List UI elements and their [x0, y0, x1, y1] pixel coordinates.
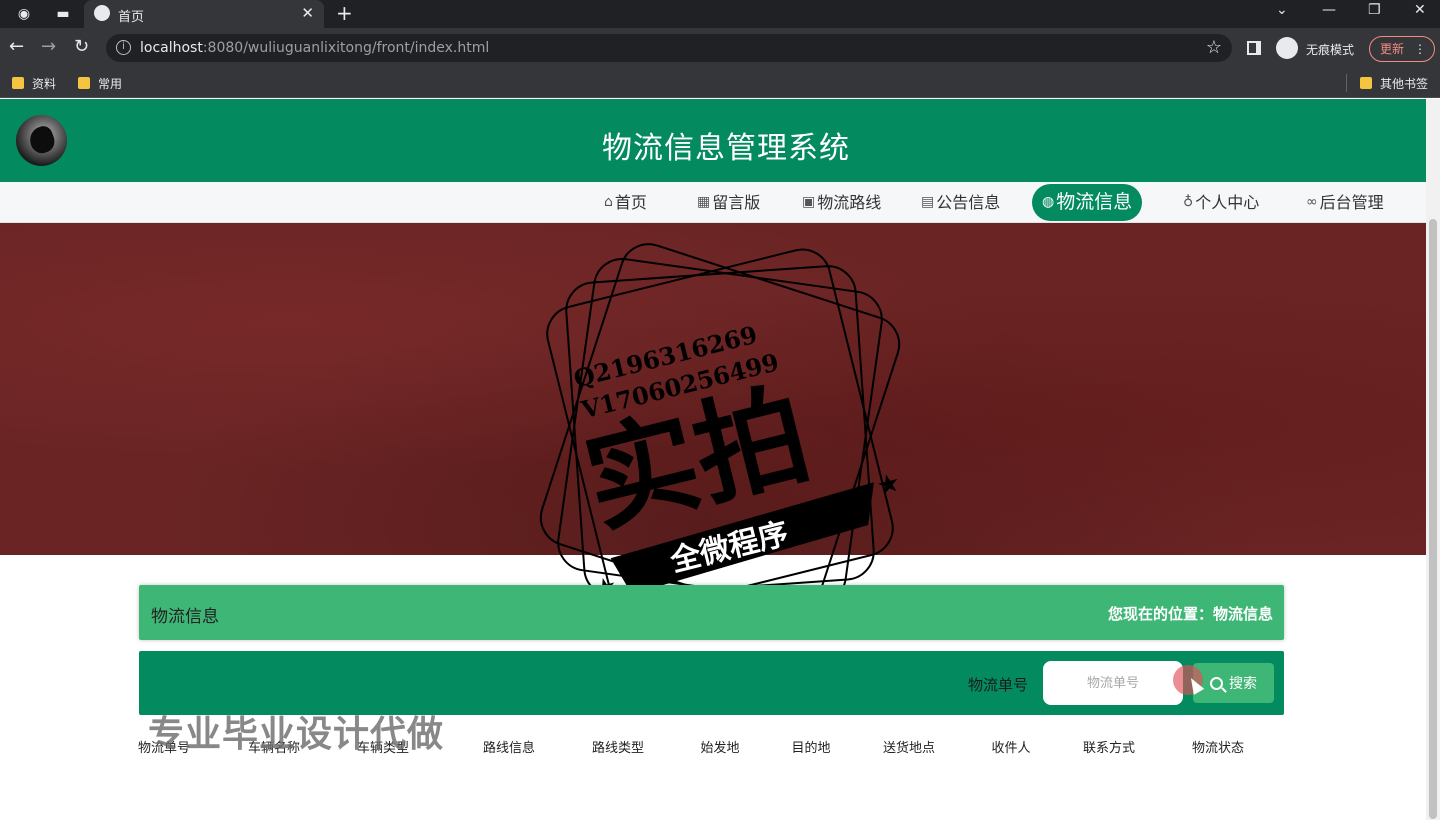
- globe-icon: ◍: [1042, 194, 1055, 210]
- section-title: 物流信息: [151, 607, 219, 627]
- main-nav: ⌂ 首页 ▦ 留言版 ▣ 物流路线 ▤ 公告信息 ◍ 物流信息 ♁ 个人中心 ∞ 后台管理: [0, 182, 1426, 223]
- bookmark-label: 资料: [32, 76, 57, 91]
- screen: ◉ ▬ 首页 ✕ + ⌄ — ❐ ✕ ← → ↻ i localhost:808…: [0, 0, 1440, 820]
- folder-icon: [78, 77, 90, 89]
- bookmark-folder-changyong[interactable]: 常用: [78, 75, 122, 91]
- url-host: localhost: [140, 40, 203, 56]
- site-info-icon[interactable]: i: [116, 40, 131, 55]
- bookmark-folder-ziliao[interactable]: 资料: [12, 75, 56, 91]
- tab-title: 首页: [118, 10, 145, 25]
- column-header: 路线信息: [482, 741, 535, 756]
- update-label: 更新: [1380, 42, 1405, 56]
- site-header: 物流信息管理系统: [0, 99, 1426, 182]
- nav-label: 留言版: [712, 193, 761, 212]
- back-icon[interactable]: ←: [9, 36, 24, 58]
- close-tab-icon[interactable]: ✕: [301, 4, 314, 22]
- bookmarks-divider: [1346, 74, 1347, 92]
- restore-icon[interactable]: ❐: [1368, 2, 1381, 18]
- nav-item-routes[interactable]: ▣ 物流路线: [802, 182, 881, 223]
- page-viewport: 物流信息管理系统 ⌂ 首页 ▦ 留言版 ▣ 物流路线 ▤ 公告信息 ◍ 物流信息 ♁ 个人中…: [0, 99, 1440, 820]
- scrollbar-thumb[interactable]: [1429, 219, 1437, 819]
- menu-dots-icon[interactable]: ⋮: [1414, 37, 1426, 61]
- user-icon: ♁: [1183, 194, 1194, 210]
- nav-label: 物流信息: [1056, 191, 1133, 213]
- star-icon: ★: [874, 467, 904, 502]
- column-header: 联系方式: [1082, 741, 1135, 756]
- browser-tab-active[interactable]: 首页 ✕: [84, 0, 324, 28]
- window-close-icon[interactable]: ✕: [1414, 2, 1426, 18]
- column-header: 目的地: [791, 741, 831, 756]
- printer-icon: ▤: [921, 194, 935, 210]
- overlay-watermark-text: 专业毕业设计代做: [148, 714, 445, 755]
- column-header: 物流状态: [1191, 741, 1244, 756]
- search-button-label: 搜索: [1229, 676, 1257, 692]
- search-button[interactable]: 搜索: [1193, 663, 1274, 703]
- side-panel-icon[interactable]: [1247, 41, 1261, 55]
- nav-label: 首页: [614, 193, 647, 212]
- minimize-icon[interactable]: —: [1322, 2, 1336, 18]
- bookmark-label: 其他书签: [1380, 76, 1429, 91]
- bookmark-folder-other[interactable]: 其他书签: [1360, 75, 1428, 91]
- window-icon[interactable]: ▬: [53, 4, 73, 24]
- section-title-bar: 物流信息 您现在的位置：物流信息: [139, 585, 1284, 640]
- new-tab-icon[interactable]: +: [336, 1, 353, 25]
- globe-icon[interactable]: ◉: [14, 4, 34, 24]
- nav-item-home[interactable]: ⌂ 首页: [604, 182, 647, 223]
- nav-item-guestbook[interactable]: ▦ 留言版: [697, 182, 760, 223]
- site-title: 物流信息管理系统: [602, 131, 850, 166]
- watermark-stamp: Q2196316269 V17060256499 实拍 全微程序 ★ ★: [539, 243, 904, 619]
- nav-label: 个人中心: [1195, 193, 1260, 212]
- search-icon: [1210, 676, 1223, 690]
- page-scrollbar[interactable]: [1426, 99, 1440, 820]
- address-bar[interactable]: i localhost:8080/wuliuguanlixitong/front…: [106, 34, 1232, 62]
- url-text: localhost:8080/wuliuguanlixitong/front/i…: [140, 40, 489, 56]
- nav-item-logistics[interactable]: ◍ 物流信息: [1032, 184, 1143, 221]
- folder-icon: [1360, 77, 1372, 89]
- bookmark-label: 常用: [98, 76, 123, 91]
- nav-label: 后台管理: [1319, 193, 1384, 212]
- bookmark-star-icon[interactable]: ☆: [1206, 37, 1222, 58]
- reload-icon[interactable]: ↻: [74, 36, 89, 58]
- tracking-number-label: 物流单号: [968, 676, 1029, 694]
- nav-item-admin[interactable]: ∞ 后台管理: [1306, 182, 1384, 223]
- nav-label: 公告信息: [936, 193, 1001, 212]
- nav-label: 物流路线: [817, 193, 882, 212]
- browser-toolbar: ← → ↻ i localhost:8080/wuliuguanlixitong…: [0, 28, 1440, 68]
- column-header: 收件人: [991, 741, 1031, 756]
- tracking-number-input[interactable]: [1043, 661, 1183, 705]
- folder-icon: [12, 77, 24, 89]
- incognito-icon[interactable]: [1276, 37, 1298, 59]
- browser-tab-bar: ◉ ▬ 首页 ✕ + ⌄ — ❐ ✕: [0, 0, 1440, 28]
- home-icon: ⌂: [604, 194, 613, 210]
- grid-icon: ▦: [697, 194, 711, 210]
- update-button[interactable]: 更新 ⋮: [1369, 36, 1435, 62]
- url-path: :8080/wuliuguanlixitong/front/index.html: [202, 40, 490, 56]
- tab-search-icon[interactable]: ⌄: [1276, 2, 1288, 18]
- bookmarks-bar: 资料 常用 其他书签: [0, 68, 1440, 98]
- breadcrumb-location: 您现在的位置：物流信息: [1107, 605, 1273, 623]
- column-header: 送货地点: [882, 741, 935, 756]
- incognito-label: 无痕模式: [1306, 43, 1355, 57]
- column-header: 路线类型: [591, 741, 644, 756]
- forward-icon[interactable]: →: [41, 36, 56, 58]
- nav-item-notices[interactable]: ▤ 公告信息: [921, 182, 1000, 223]
- link-icon: ∞: [1306, 194, 1318, 210]
- favicon-globe-icon: [94, 5, 110, 21]
- gift-icon: ▣: [802, 194, 816, 210]
- nav-item-profile[interactable]: ♁ 个人中心: [1183, 182, 1259, 223]
